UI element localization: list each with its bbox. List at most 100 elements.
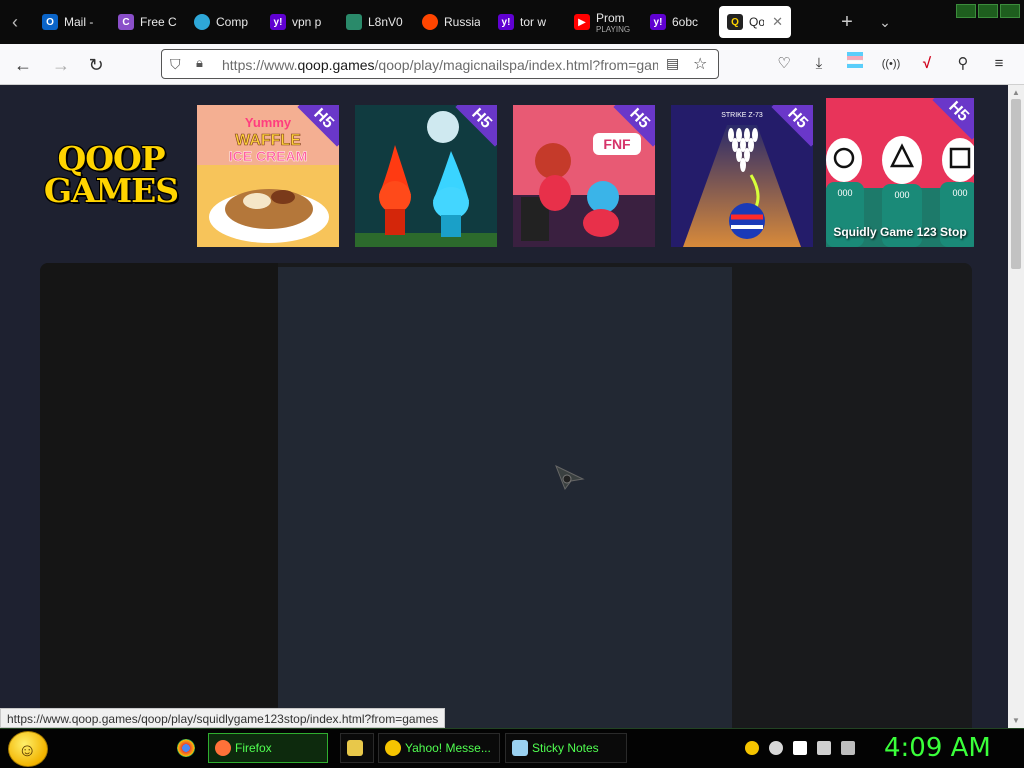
window-controls [956,4,1020,18]
svg-text:STRIKE Z-73: STRIKE Z-73 [721,112,763,119]
svg-text:000: 000 [837,188,852,198]
game-thumbnail-bowling[interactable]: STRIKE Z-73 H5 [671,105,813,247]
tab-label-wrap: Prom PLAYING [596,11,630,34]
taskbar-yahoo-messenger[interactable]: Yahoo! Messe... [378,733,500,763]
taskbar-task-label: Yahoo! Messe... [405,741,491,755]
tab-free[interactable]: C Free C [118,6,178,38]
page-scrollbar[interactable]: ▲ ▼ [1008,85,1024,728]
outlook-icon: O [42,14,58,30]
reddit-icon [422,14,438,30]
svg-text:ICE CREAM: ICE CREAM [229,148,308,164]
taskbar-firefox[interactable]: Firefox [208,733,328,763]
tab-youtube[interactable]: ▶ Prom PLAYING [574,6,632,38]
maximize-button[interactable] [978,4,998,18]
tab-reddit[interactable]: Russia [422,6,480,38]
tab-mail[interactable]: O Mail - [42,6,104,38]
qoop-games-logo[interactable]: QOOP GAMES [40,142,182,207]
youtube-icon: ▶ [574,14,590,30]
extension-v-icon[interactable]: √ [915,52,939,76]
close-tab-icon[interactable]: ✕ [772,14,783,30]
url-text[interactable]: https://www.qoop.games/qoop/play/magicna… [222,57,658,73]
minimize-button[interactable] [956,4,976,18]
yahoo-icon: y! [650,14,666,30]
extension-radio-icon[interactable]: ((•)) [879,52,903,76]
pride-flag-svg [846,52,864,68]
taskbar-task-label: Firefox [235,741,272,755]
reload-icon[interactable]: ↻ [83,52,109,78]
game-thumbnail-waffle[interactable]: Yummy WAFFLE ICE CREAM H5 [197,105,339,247]
image-icon [346,14,362,30]
scrollbar-thumb[interactable] [1011,99,1021,269]
back-arrow-icon[interactable]: ← [10,52,36,78]
tab-label: 6obc [672,15,699,29]
tray-network-icon[interactable] [817,741,831,755]
web-page: QOOP GAMES Yummy WAFFLE ICE CREAM H5 H5 … [0,85,1008,728]
tab-vpn[interactable]: y! vpn p [270,6,328,38]
svg-text:000: 000 [952,188,967,198]
tab-label: Russia [444,15,480,29]
url-path: /qoop/play/magicnailspa/index.html?from=… [374,57,658,73]
tab-label: vpn p [292,15,322,29]
svg-text:000: 000 [894,190,909,200]
tab-label: L8nV0 [368,15,403,29]
new-tab-button[interactable]: + [836,10,858,34]
mouse-cursor-icon [555,465,585,491]
game-iframe[interactable] [278,267,732,728]
tab-label: tor w [520,15,547,29]
tray-volume-icon[interactable] [841,741,855,755]
extension-flag-icon[interactable] [843,52,867,76]
tab-l8nv[interactable]: L8nV0 [346,6,404,38]
tab-strip: ‹ O Mail - C Free C Comp y! vpn p L8nV0 … [0,0,1024,44]
bookmark-star-icon[interactable]: ☆ [693,54,707,74]
tab-playing-label: PLAYING [596,24,631,34]
tab-label: Mail - [64,15,94,29]
tab-comp[interactable]: Comp [194,6,252,38]
game-container [40,263,972,728]
tray-status-icon[interactable] [769,741,783,755]
yahoo-messenger-icon [385,740,401,756]
tab-label: Prom [596,10,625,25]
link-status-bar: https://www.qoop.games/qoop/play/squidly… [0,708,446,728]
game-caption: Squidly Game 123 Stop [833,225,967,239]
tray-messenger-icon[interactable] [745,741,759,755]
chrome-icon[interactable] [177,739,195,757]
extension-g-icon[interactable]: ⚲ [951,52,975,76]
address-bar[interactable]: ⛉ 🔒︎ https://www.qoop.games/qoop/play/ma… [161,49,719,79]
taskbar: ☺ Firefox Yahoo! Messe... Sticky Notes 4… [0,728,1024,768]
tab-qoop-active[interactable]: Q Qo ✕ [719,6,791,38]
tab-label: Free C [140,15,177,29]
firefox-icon [215,740,231,756]
svg-text:Yummy: Yummy [245,115,292,130]
c-app-icon: C [118,14,134,30]
smiley-icon: ☺ [18,740,37,760]
taskbar-sticky-notes[interactable]: Sticky Notes [505,733,627,763]
hamburger-menu-icon[interactable]: ≡ [987,52,1011,76]
svg-text:WAFFLE: WAFFLE [235,132,301,149]
game-side-panel [40,263,278,707]
taskbar-folder[interactable] [340,733,374,763]
tab-6obc[interactable]: y! 6obc [650,6,706,38]
yahoo-icon: y! [270,14,286,30]
scroll-down-icon[interactable]: ▼ [1012,716,1020,725]
close-window-button[interactable] [1000,4,1020,18]
game-thumbnail-fireboy-watergirl[interactable]: H5 [355,105,497,247]
start-button[interactable]: ☺ [8,731,48,767]
lock-icon[interactable]: 🔒︎ [196,55,212,73]
scroll-up-icon[interactable]: ▲ [1012,88,1020,97]
game-thumbnail-squidly[interactable]: 000 000 000 H5 Squidly Game 123 Stop [826,98,974,247]
downloads-icon[interactable]: ⤓ [807,52,831,76]
tab-scroll-left-icon[interactable]: ‹ [4,10,26,34]
game-thumbnail-fnf[interactable]: FNF H5 [513,105,655,247]
pocket-icon[interactable]: ♡ [772,52,796,76]
tracking-shield-icon[interactable]: ⛉ [170,56,186,72]
tray-flag-icon[interactable] [793,741,807,755]
taskbar-clock[interactable]: 4:09 AM [884,733,991,763]
yahoo-icon: y! [498,14,514,30]
tab-label: Qo [749,15,765,29]
url-prefix: https://www. [222,57,298,73]
reader-view-icon[interactable]: ▤ [666,55,679,72]
forward-arrow-icon[interactable]: → [48,52,74,78]
tab-tor[interactable]: y! tor w [498,6,556,38]
list-all-tabs-icon[interactable]: ⌄ [874,10,896,34]
sticky-notes-icon [512,740,528,756]
